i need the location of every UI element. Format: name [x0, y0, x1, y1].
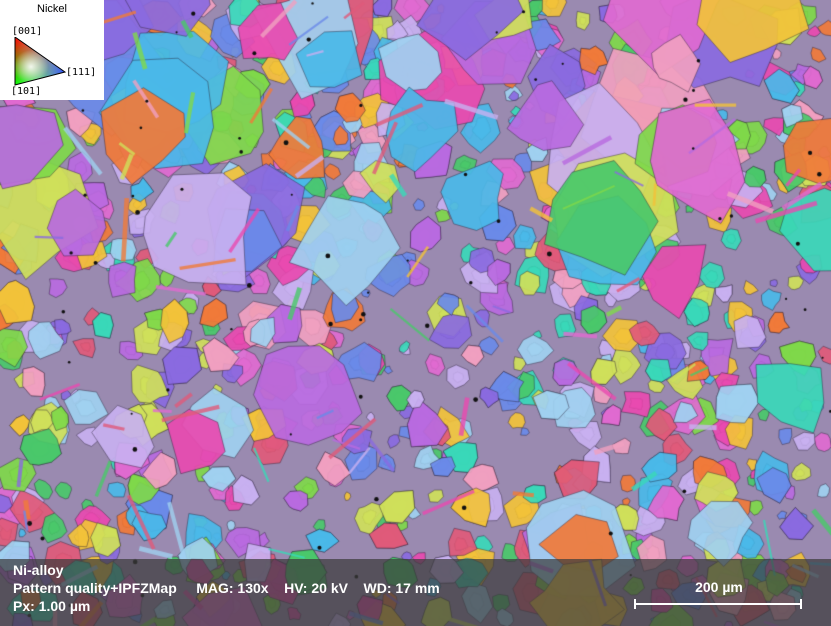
- pixel-size: Px: 1.00 µm: [13, 598, 91, 614]
- legend-label-101: [101]: [11, 86, 42, 97]
- magnification: MAG: 130x: [196, 580, 269, 596]
- ipf-triangle-icon: [14, 37, 67, 86]
- map-type: Pattern quality+IPFZMap: [13, 580, 177, 596]
- legend-label-111: [111]: [66, 67, 97, 78]
- working-distance: WD: 17 mm: [363, 580, 440, 596]
- acquisition-info: Pattern quality+IPFZMap MAG: 130x HV: 20…: [13, 580, 440, 596]
- sample-name: Ni-alloy: [13, 562, 64, 578]
- scale-bar-label: 200 µm: [695, 579, 743, 595]
- scale-bar: [634, 599, 802, 609]
- high-voltage: HV: 20 kV: [284, 580, 348, 596]
- ipf-color-key: Nickel [001] [101] [111]: [0, 0, 104, 100]
- legend-label-001: [001]: [12, 26, 43, 37]
- legend-title: Nickel: [37, 3, 67, 15]
- ipf-orientation-map: [0, 0, 831, 626]
- ebsd-viewport: Nickel [001] [101] [111] Ni-alloy Patter…: [0, 0, 831, 626]
